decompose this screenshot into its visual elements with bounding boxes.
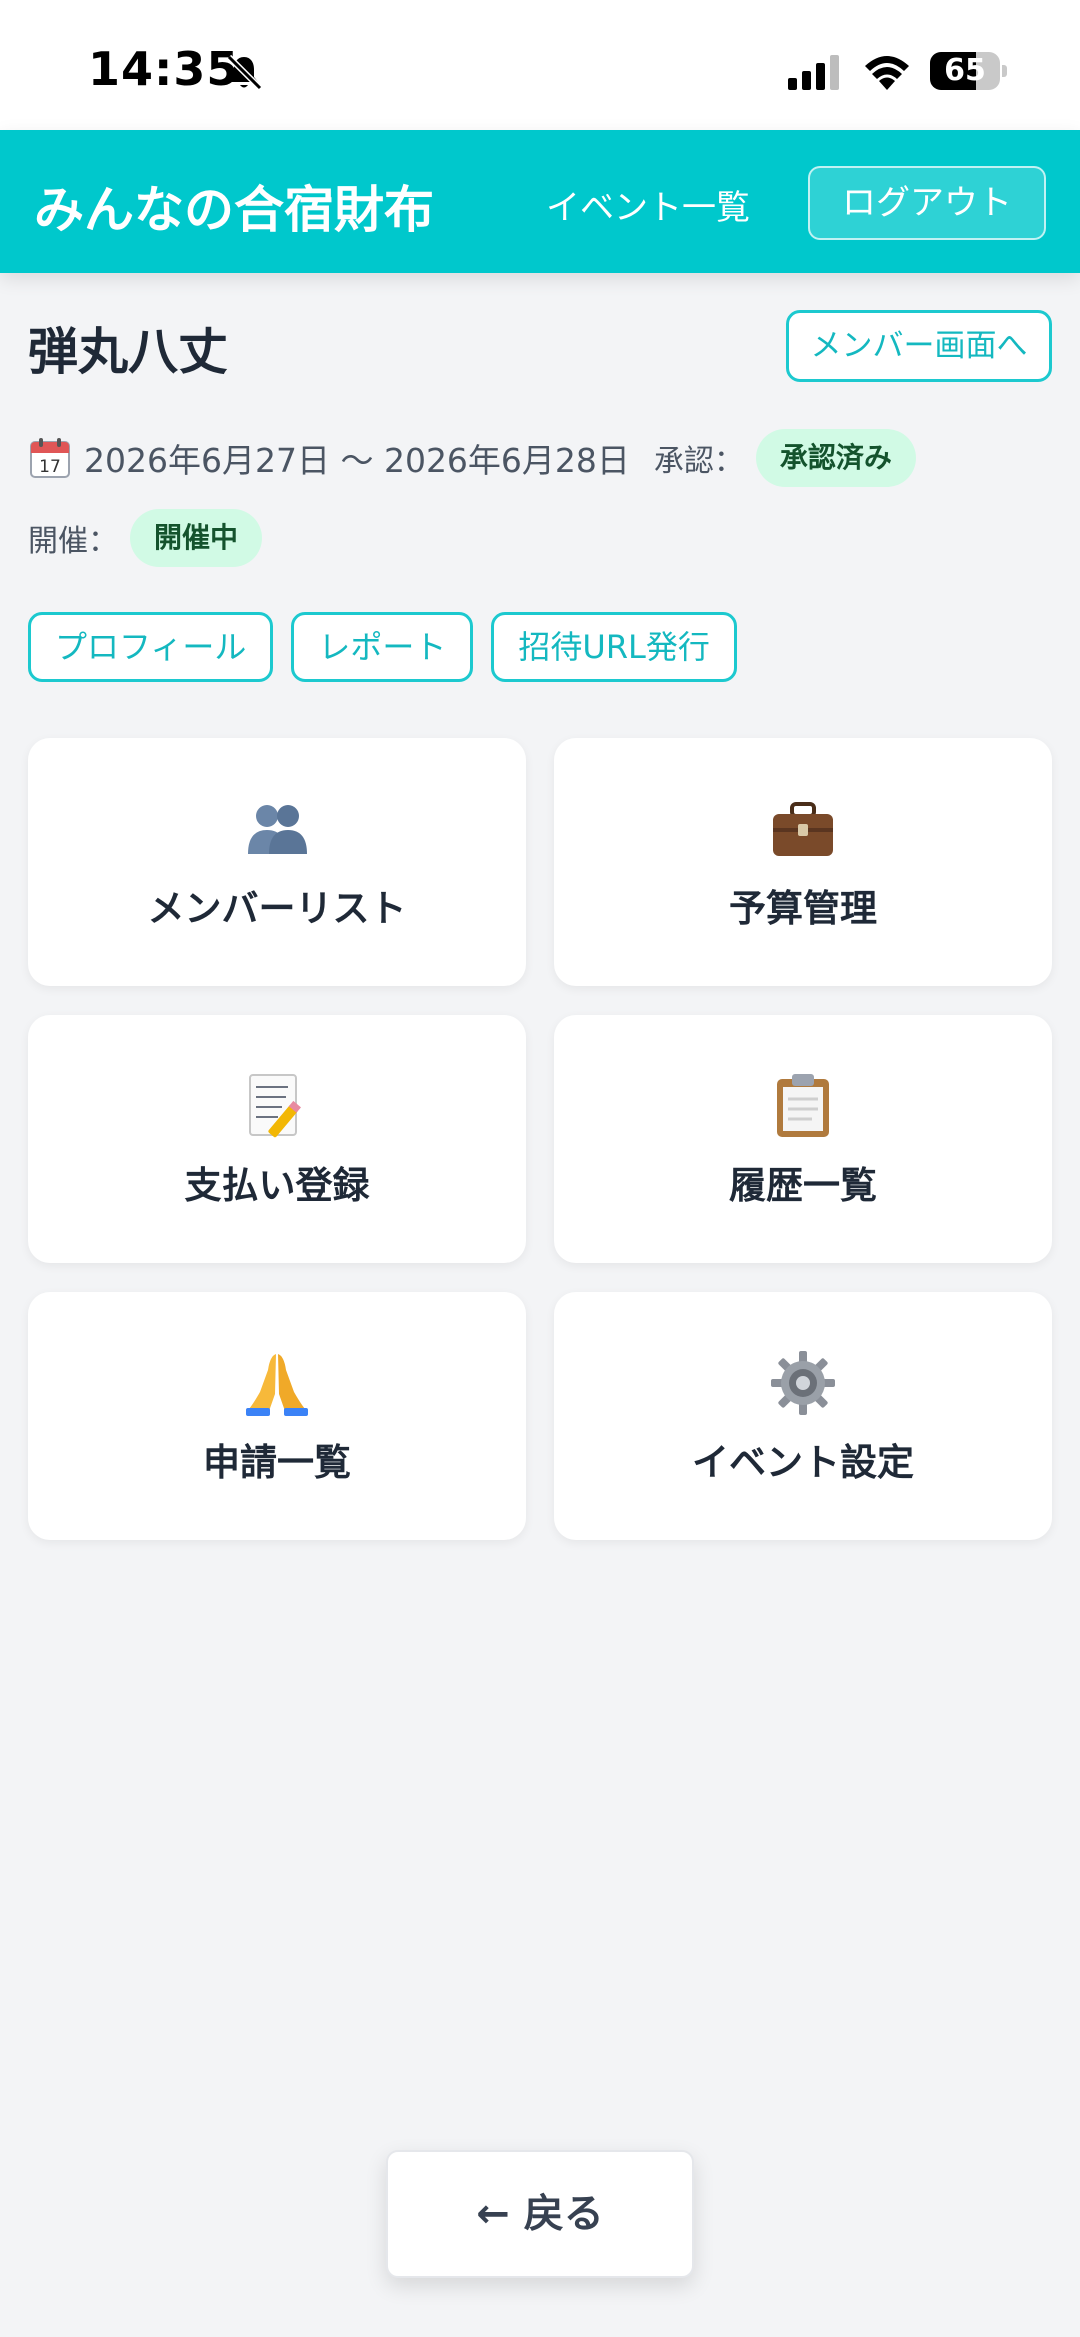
svg-text:17: 17 xyxy=(39,457,61,477)
action-chips: プロフィール レポート 招待URL発行 xyxy=(28,612,737,682)
gear-icon xyxy=(771,1351,835,1415)
signal-icon xyxy=(788,55,839,90)
back-button[interactable]: ← 戻る xyxy=(386,2150,694,2278)
logout-button[interactable]: ログアウト xyxy=(808,166,1046,240)
held-status-badge: 開催中 xyxy=(130,509,263,567)
member-screen-button[interactable]: メンバー画面へ xyxy=(786,310,1052,382)
status-bar: 14:35 65 xyxy=(0,0,1080,130)
card-request-list[interactable]: 申請一覧 xyxy=(28,1292,526,1540)
card-label: イベント設定 xyxy=(692,1441,914,1484)
battery-indicator: 65 xyxy=(930,52,1008,90)
card-history[interactable]: 履歴一覧 xyxy=(554,1015,1052,1263)
approval-label: 承認： xyxy=(653,444,744,479)
held-label: 開催： xyxy=(28,524,118,559)
card-label: 申請一覧 xyxy=(203,1441,351,1484)
app-header: みんなの合宿財布 イベント一覧 ログアウト xyxy=(0,130,1080,273)
card-label: 予算管理 xyxy=(729,887,877,930)
briefcase-icon xyxy=(773,802,833,856)
status-time: 14:35 xyxy=(88,42,240,96)
approval-status-badge: 承認済み xyxy=(755,429,916,487)
wifi-icon xyxy=(865,56,909,90)
event-date-row: 17 2026年6月27日 〜 2026年6月28日 承認： 承認済み xyxy=(28,428,916,488)
card-label: メンバーリスト xyxy=(147,887,407,930)
bell-muted-icon xyxy=(226,54,263,91)
held-status-row: 開催： 開催中 xyxy=(28,508,263,568)
nav-event-list-link[interactable]: イベント一覧 xyxy=(546,180,750,229)
members-icon xyxy=(248,805,307,854)
report-button[interactable]: レポート xyxy=(291,612,474,682)
card-event-settings[interactable]: イベント設定 xyxy=(554,1292,1052,1540)
invite-url-button[interactable]: 招待URL発行 xyxy=(491,612,737,682)
pray-icon xyxy=(246,1354,308,1416)
profile-button[interactable]: プロフィール xyxy=(28,612,274,682)
event-dates: 2026年6月27日 〜 2026年6月28日 xyxy=(84,441,630,480)
card-label: 支払い登録 xyxy=(184,1164,370,1207)
clipboard-icon xyxy=(777,1074,829,1137)
card-budget[interactable]: 予算管理 xyxy=(554,738,1052,986)
event-name: 弾丸八丈 xyxy=(28,323,228,381)
card-payment-register[interactable]: 支払い登録 xyxy=(28,1015,526,1263)
card-member-list[interactable]: メンバーリスト xyxy=(28,738,526,986)
app-title[interactable]: みんなの合宿財布 xyxy=(34,170,434,242)
battery-percent: 65 xyxy=(944,53,986,88)
card-label: 履歴一覧 xyxy=(729,1164,877,1207)
calendar-icon: 17 xyxy=(30,438,70,478)
memo-icon xyxy=(249,1074,301,1138)
